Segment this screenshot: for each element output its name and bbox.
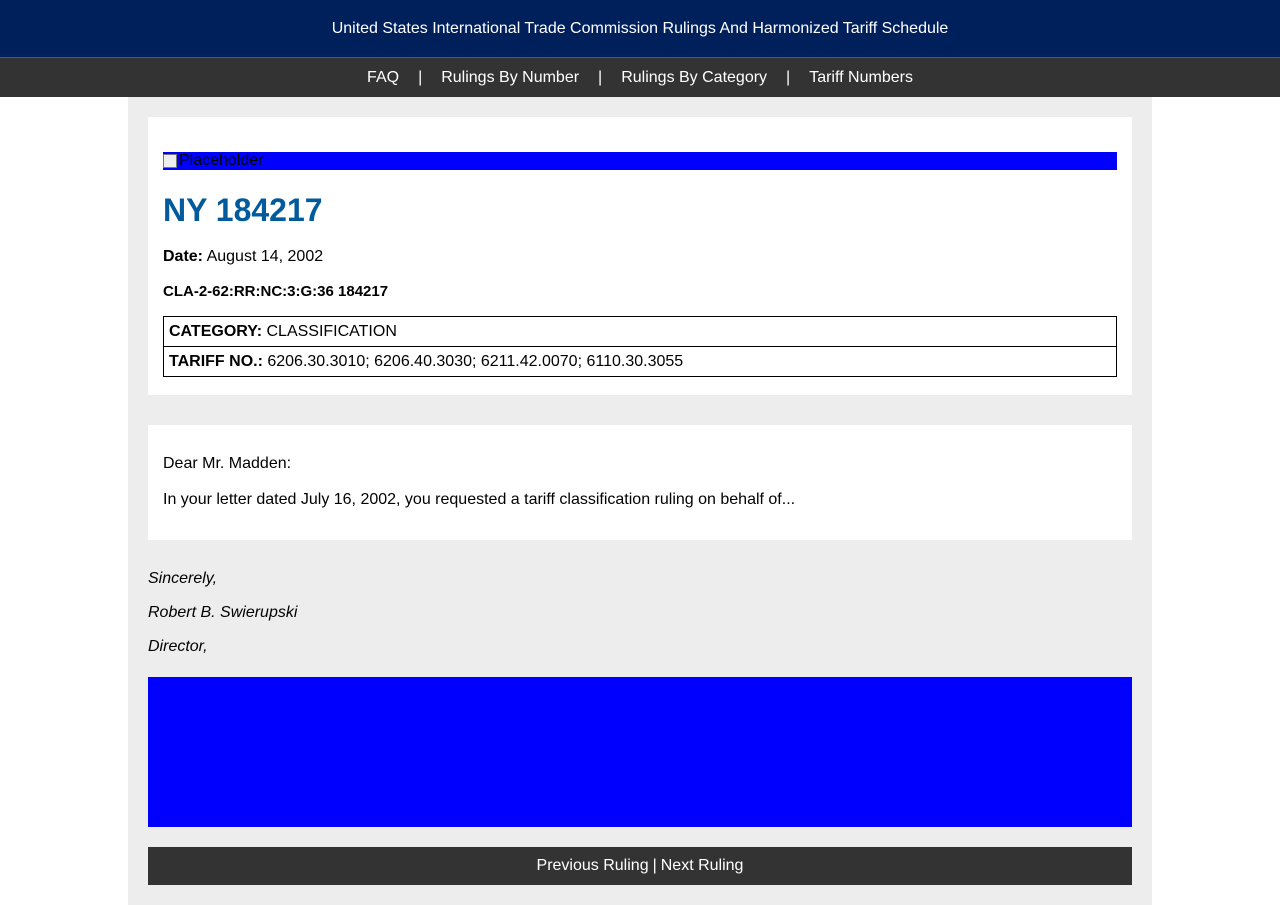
letter-salutation: Dear Mr. Madden: [163,455,292,472]
previous-ruling-link[interactable]: Previous Ruling [537,857,649,875]
letter-card: Dear Mr. Madden: In your letter dated Ju… [148,425,1132,540]
signature-block: Sincerely, Robert B. Swierupski Director… [148,569,1132,657]
tariff-value: 6206.30.3010; 6206.40.3030; 6211.42.0070… [267,352,684,370]
nav-separator: | [598,68,603,86]
date-label: Date: [163,248,204,265]
ruling-meta-table: CATEGORY: CLASSIFICATION TARIFF NO.: 620… [163,316,1117,377]
category-cell: CATEGORY: CLASSIFICATION [163,316,1117,347]
table-row: TARIFF NO.: 6206.30.3010; 6206.40.3030; … [163,346,1117,377]
signature-name: Robert B. Swierupski [148,604,298,621]
ruling-reference: CLA-2-62:RR:NC:3:G:36 184217 [163,283,389,300]
nav-bar: FAQ | Rulings By Number | Rulings By Cat… [0,58,1280,97]
tariff-label: TARIFF NO.: [169,352,263,370]
nav-separator: | [786,68,791,86]
nav-faq[interactable]: FAQ [367,69,399,87]
table-row: CATEGORY: CLASSIFICATION [163,316,1117,347]
placeholder-alt-text: Placeholder [179,152,264,169]
letter-excerpt: In your letter dated July 16, 2002, you … [163,491,796,508]
nav-separator: | [418,68,423,86]
category-value: CLASSIFICATION [266,322,397,340]
broken-image-icon [163,154,177,168]
nav-rulings-by-category[interactable]: Rulings By Category [621,69,767,87]
signature-closing: Sincerely, [148,570,218,587]
main-content: Placeholder NY 184217 Date: August 14, 2… [128,97,1152,905]
signature-title: Director, [148,638,208,655]
ruling-number: NY 184217 [163,192,323,228]
next-ruling-link[interactable]: Next Ruling [661,857,744,875]
placeholder-block [148,677,1132,827]
nav-rulings-by-number[interactable]: Rulings By Number [441,69,579,87]
nav-tariff-numbers[interactable]: Tariff Numbers [809,69,913,87]
tariff-cell: TARIFF NO.: 6206.30.3010; 6206.40.3030; … [163,346,1117,377]
pagination-separator: | [652,857,657,874]
ruling-header-card: Placeholder NY 184217 Date: August 14, 2… [148,117,1132,395]
category-label: CATEGORY: [169,322,263,340]
site-title: United States International Trade Commis… [331,19,949,37]
site-header: United States International Trade Commis… [0,0,1280,58]
ruling-pagination: Previous Ruling | Next Ruling [148,847,1132,885]
ruling-date: Date: August 14, 2002 [163,248,1117,266]
date-value: August 14, 2002 [206,248,324,265]
placeholder-image: Placeholder [163,152,1117,170]
